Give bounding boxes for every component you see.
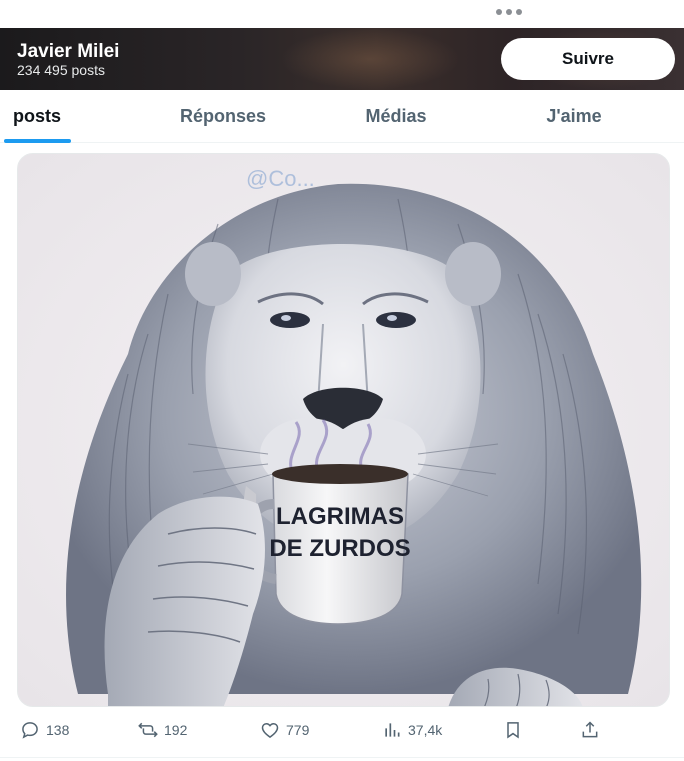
like-action[interactable]: 779: [260, 718, 309, 742]
more-dots-icon[interactable]: [496, 9, 526, 19]
mug-text-line2: DE ZURDOS: [269, 535, 410, 562]
tab-label: Médias: [365, 105, 427, 126]
reply-action[interactable]: 138: [20, 718, 69, 742]
tab-label: posts: [12, 105, 61, 126]
views-action[interactable]: 37,4k: [382, 718, 442, 742]
share-icon: [582, 721, 598, 738]
share-action[interactable]: [580, 718, 600, 742]
post-image[interactable]: @Co... LAGRIMAS DE ZURDOS: [17, 153, 670, 707]
repost-action[interactable]: 192: [138, 718, 187, 742]
reply-count: 138: [46, 722, 70, 738]
follow-button[interactable]: Suivre: [501, 38, 675, 80]
tab-label: J'aime: [546, 105, 602, 126]
mug-text-line1: LAGRIMAS: [276, 503, 404, 530]
top-strip: [0, 0, 684, 28]
active-tab-indicator: [4, 139, 71, 143]
tab-label: Réponses: [179, 105, 267, 126]
bookmark-icon: [507, 722, 519, 739]
like-icon: [261, 722, 279, 738]
profile-tabs: posts Réponses Médias J'aime: [0, 90, 684, 143]
repost-count: 192: [164, 722, 188, 738]
watermark-text: @Co...: [246, 166, 315, 191]
post-actions: 138 192 779 37,4k: [0, 708, 684, 752]
tab-media[interactable]: Médias: [330, 90, 462, 142]
views-count: 37,4k: [408, 722, 443, 738]
lion-illustration: @Co... LAGRIMAS DE ZURDOS: [18, 154, 669, 706]
reply-icon: [22, 722, 38, 739]
header-glow: [280, 28, 460, 90]
repost-icon: [138, 722, 158, 738]
views-icon: [385, 723, 400, 737]
like-count: 779: [286, 722, 310, 738]
tab-replies[interactable]: Réponses: [150, 90, 296, 142]
profile-name: Javier Milei: [17, 41, 120, 62]
tab-posts[interactable]: posts: [0, 90, 74, 143]
bookmark-action[interactable]: [503, 718, 523, 742]
tab-likes[interactable]: J'aime: [510, 90, 638, 142]
profile-post-count: 234 495 posts: [17, 62, 105, 78]
bottom-divider: [0, 757, 684, 758]
